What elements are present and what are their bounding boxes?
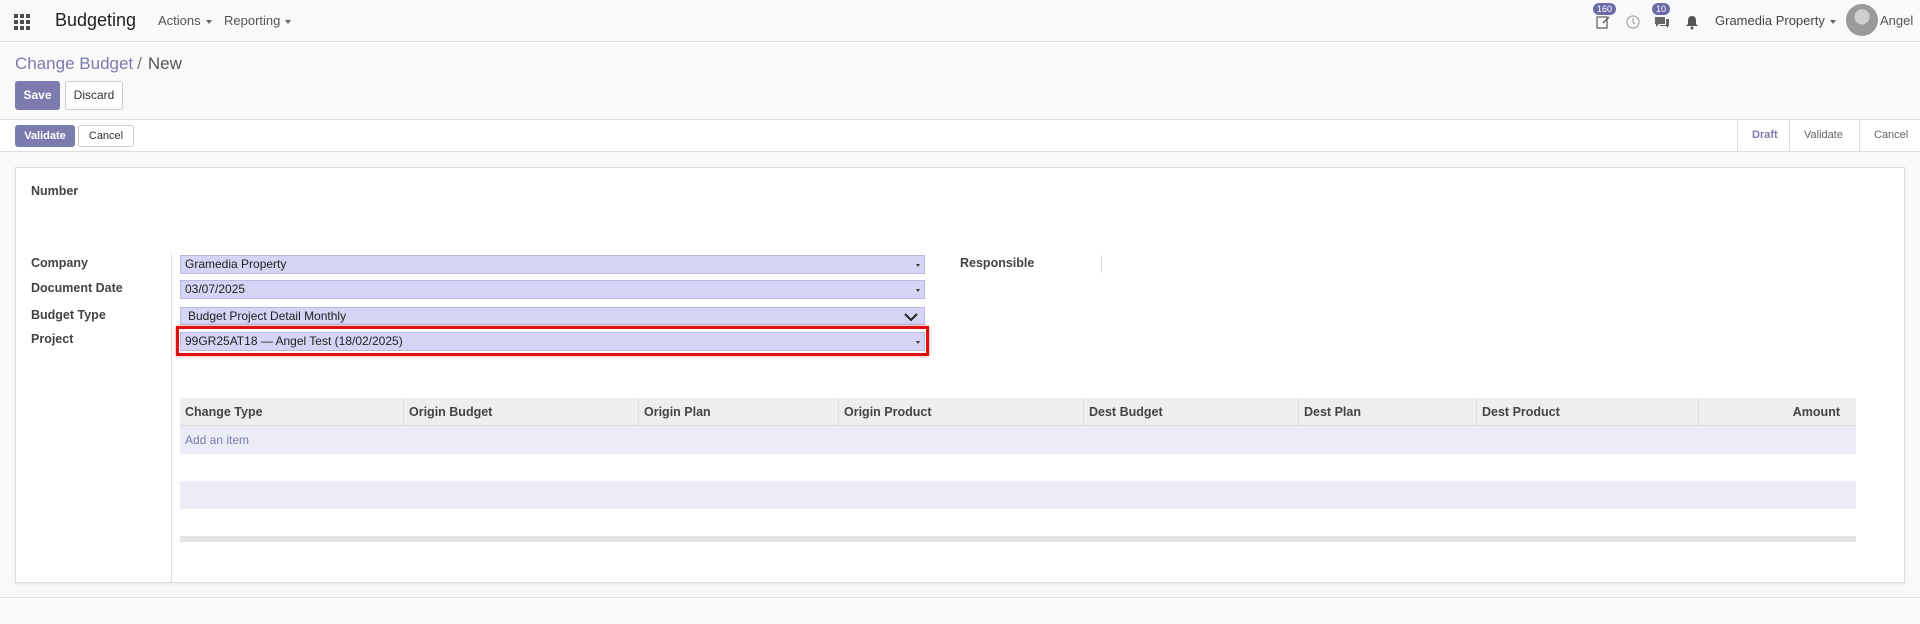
bell-icon[interactable] bbox=[1684, 14, 1700, 30]
breadcrumb-current: New bbox=[147, 54, 182, 73]
budget-type-value: Budget Project Detail Monthly bbox=[188, 309, 347, 323]
col-amount[interactable]: Amount bbox=[1698, 398, 1856, 426]
col-change-type[interactable]: Change Type bbox=[180, 398, 403, 426]
company-switcher[interactable]: Gramedia Property bbox=[1715, 13, 1836, 28]
stage-draft: Draft bbox=[1737, 120, 1789, 151]
breadcrumb-separator: / bbox=[137, 54, 142, 73]
table-row: Add an item bbox=[180, 426, 1856, 454]
responsible-label: Responsible bbox=[960, 256, 1035, 270]
activity-edit-icon[interactable]: 160 bbox=[1593, 3, 1617, 30]
validate-button[interactable]: Validate bbox=[15, 125, 75, 147]
stage-cancel[interactable]: Cancel bbox=[1859, 120, 1920, 151]
budget-type-select[interactable]: Budget Project Detail Monthly bbox=[180, 307, 925, 325]
messages-icon[interactable]: 10 bbox=[1652, 3, 1671, 30]
responsible-field[interactable] bbox=[1101, 255, 1102, 273]
cancel-button[interactable]: Cancel bbox=[78, 125, 134, 147]
app-title: Budgeting bbox=[55, 10, 137, 30]
breadcrumb-parent[interactable]: Change Budget bbox=[15, 54, 133, 73]
company-label: Company bbox=[31, 256, 88, 270]
document-date-field[interactable]: 03/07/2025 bbox=[180, 280, 925, 299]
discard-button[interactable]: Discard bbox=[65, 81, 123, 110]
apps-menu-icon[interactable] bbox=[14, 14, 30, 30]
chevron-down-icon bbox=[904, 313, 918, 322]
top-navbar: Budgeting Actions Reporting 160 10 Grame… bbox=[0, 0, 1920, 42]
company-value: Gramedia Property bbox=[185, 257, 287, 271]
user-avatar[interactable] bbox=[1846, 4, 1878, 36]
col-dest-plan[interactable]: Dest Plan bbox=[1298, 398, 1476, 426]
user-name[interactable]: Angel bbox=[1880, 13, 1913, 28]
page-bottom-divider bbox=[0, 597, 1920, 598]
menu-reporting-label: Reporting bbox=[224, 13, 281, 28]
clock-icon[interactable] bbox=[1625, 14, 1641, 30]
activity-badge: 160 bbox=[1593, 3, 1617, 15]
col-origin-plan[interactable]: Origin Plan bbox=[638, 398, 838, 426]
col-dest-product[interactable]: Dest Product bbox=[1476, 398, 1698, 426]
form-sheet: Number Company Gramedia Property Documen… bbox=[15, 167, 1905, 583]
table-row bbox=[180, 508, 1856, 536]
project-field-highlight bbox=[176, 326, 929, 356]
col-origin-product[interactable]: Origin Product bbox=[838, 398, 1083, 426]
company-field[interactable]: Gramedia Property bbox=[180, 255, 925, 274]
dropdown-caret-icon bbox=[916, 289, 920, 292]
stage-validate[interactable]: Validate bbox=[1789, 120, 1859, 151]
number-label: Number bbox=[31, 184, 79, 198]
column-divider bbox=[171, 253, 172, 583]
document-date-label: Document Date bbox=[31, 281, 123, 295]
dropdown-caret-icon bbox=[916, 264, 920, 267]
status-bar: Validate Cancel Draft Validate Cancel bbox=[0, 119, 1920, 152]
table-row bbox=[180, 481, 1856, 509]
caret-down-icon bbox=[1829, 19, 1836, 24]
save-button[interactable]: Save bbox=[15, 81, 60, 110]
table-footer bbox=[180, 536, 1856, 542]
col-origin-budget[interactable]: Origin Budget bbox=[403, 398, 638, 426]
caret-down-icon bbox=[285, 19, 292, 24]
breadcrumb: Change Budget / New bbox=[15, 54, 182, 74]
messages-badge: 10 bbox=[1652, 3, 1671, 15]
menu-reporting[interactable]: Reporting bbox=[224, 13, 292, 28]
menu-actions[interactable]: Actions bbox=[158, 13, 212, 28]
table-header: Change Type Origin Budget Origin Plan Or… bbox=[180, 398, 1856, 426]
caret-down-icon bbox=[205, 19, 212, 24]
company-switcher-label: Gramedia Property bbox=[1715, 13, 1825, 28]
table-row bbox=[180, 454, 1856, 482]
menu-actions-label: Actions bbox=[158, 13, 201, 28]
budget-type-label: Budget Type bbox=[31, 308, 106, 322]
document-date-value: 03/07/2025 bbox=[185, 282, 246, 296]
col-dest-budget[interactable]: Dest Budget bbox=[1083, 398, 1298, 426]
project-label: Project bbox=[31, 332, 74, 346]
add-item-link[interactable]: Add an item bbox=[185, 433, 249, 447]
